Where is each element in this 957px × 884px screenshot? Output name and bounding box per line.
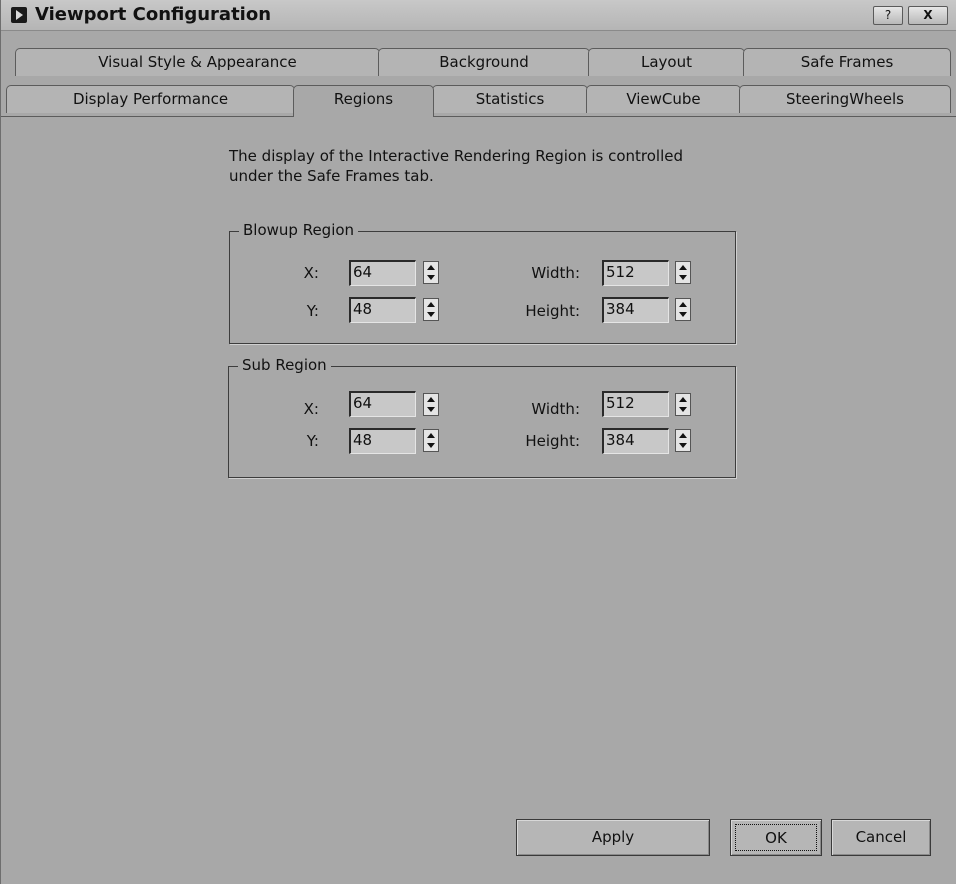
blowup-height-label: Height: xyxy=(525,302,580,320)
spin-up-icon xyxy=(427,302,435,307)
description-line-2: under the Safe Frames tab. xyxy=(229,167,434,185)
tab-background[interactable]: Background xyxy=(378,48,590,76)
sub-x-spinner[interactable] xyxy=(423,393,439,416)
regions-description: The display of the Interactive Rendering… xyxy=(229,146,749,186)
spin-down-icon xyxy=(427,407,435,412)
blowup-y-input[interactable]: 48 xyxy=(349,297,416,323)
tab-regions[interactable]: Regions xyxy=(293,85,434,117)
apply-button[interactable]: Apply xyxy=(516,819,710,856)
viewport-configuration-dialog: Viewport Configuration ? X Visual Style … xyxy=(0,0,956,884)
tab-viewcube[interactable]: ViewCube xyxy=(586,85,741,113)
blowup-y-spinner[interactable] xyxy=(423,298,439,321)
blowup-x-label: X: xyxy=(303,264,319,282)
sub-y-spinner[interactable] xyxy=(423,429,439,452)
blowup-height-input[interactable]: 384 xyxy=(602,297,669,323)
sub-height-spinner[interactable] xyxy=(675,429,691,452)
blowup-x-spinner[interactable] xyxy=(423,261,439,284)
close-button[interactable]: X xyxy=(908,6,948,25)
tab-safe-frames[interactable]: Safe Frames xyxy=(743,48,951,76)
blowup-width-label: Width: xyxy=(531,264,580,282)
tab-divider xyxy=(1,116,956,117)
sub-width-input[interactable]: 512 xyxy=(602,391,669,417)
spin-up-icon xyxy=(679,433,687,438)
spin-down-icon xyxy=(427,312,435,317)
blowup-width-input[interactable]: 512 xyxy=(602,260,669,286)
spin-up-icon xyxy=(679,302,687,307)
tab-layout[interactable]: Layout xyxy=(588,48,745,76)
title-bar[interactable]: Viewport Configuration ? X xyxy=(1,0,956,31)
blowup-region-group: Blowup Region X: 64 Y: 48 Width: 512 Hei… xyxy=(229,221,736,344)
spin-down-icon xyxy=(427,275,435,280)
spin-up-icon xyxy=(679,397,687,402)
tab-visual-style-appearance[interactable]: Visual Style & Appearance xyxy=(15,48,380,76)
sub-x-input[interactable]: 64 xyxy=(349,391,416,417)
tab-steeringwheels[interactable]: SteeringWheels xyxy=(739,85,951,113)
spin-down-icon xyxy=(679,443,687,448)
spin-down-icon xyxy=(679,407,687,412)
spin-down-icon xyxy=(427,443,435,448)
sub-height-label: Height: xyxy=(525,432,580,450)
ok-button[interactable]: OK xyxy=(730,819,822,856)
blowup-width-spinner[interactable] xyxy=(675,261,691,284)
spin-up-icon xyxy=(427,397,435,402)
sub-y-label: Y: xyxy=(306,432,319,450)
sub-region-group: Sub Region X: 64 Y: 48 Width: 512 Height… xyxy=(228,356,736,478)
sub-x-label: X: xyxy=(303,400,319,418)
cancel-button[interactable]: Cancel xyxy=(831,819,931,856)
sub-y-input[interactable]: 48 xyxy=(349,428,416,454)
tab-display-performance[interactable]: Display Performance xyxy=(6,85,295,113)
spin-up-icon xyxy=(679,265,687,270)
spin-down-icon xyxy=(679,312,687,317)
blowup-height-spinner[interactable] xyxy=(675,298,691,321)
spin-down-icon xyxy=(679,275,687,280)
tab-statistics[interactable]: Statistics xyxy=(432,85,588,113)
sub-width-spinner[interactable] xyxy=(675,393,691,416)
spin-up-icon xyxy=(427,265,435,270)
ok-button-label: OK xyxy=(735,824,817,851)
description-line-1: The display of the Interactive Rendering… xyxy=(229,147,684,165)
spin-up-icon xyxy=(427,433,435,438)
window-title: Viewport Configuration xyxy=(35,4,272,25)
blowup-region-label: Blowup Region xyxy=(239,221,359,239)
sub-region-label: Sub Region xyxy=(238,356,331,374)
blowup-x-input[interactable]: 64 xyxy=(349,260,416,286)
sub-height-input[interactable]: 384 xyxy=(602,428,669,454)
help-button[interactable]: ? xyxy=(873,6,903,25)
sub-width-label: Width: xyxy=(531,400,580,418)
app-logo-icon xyxy=(11,7,27,23)
blowup-y-label: Y: xyxy=(306,302,319,320)
